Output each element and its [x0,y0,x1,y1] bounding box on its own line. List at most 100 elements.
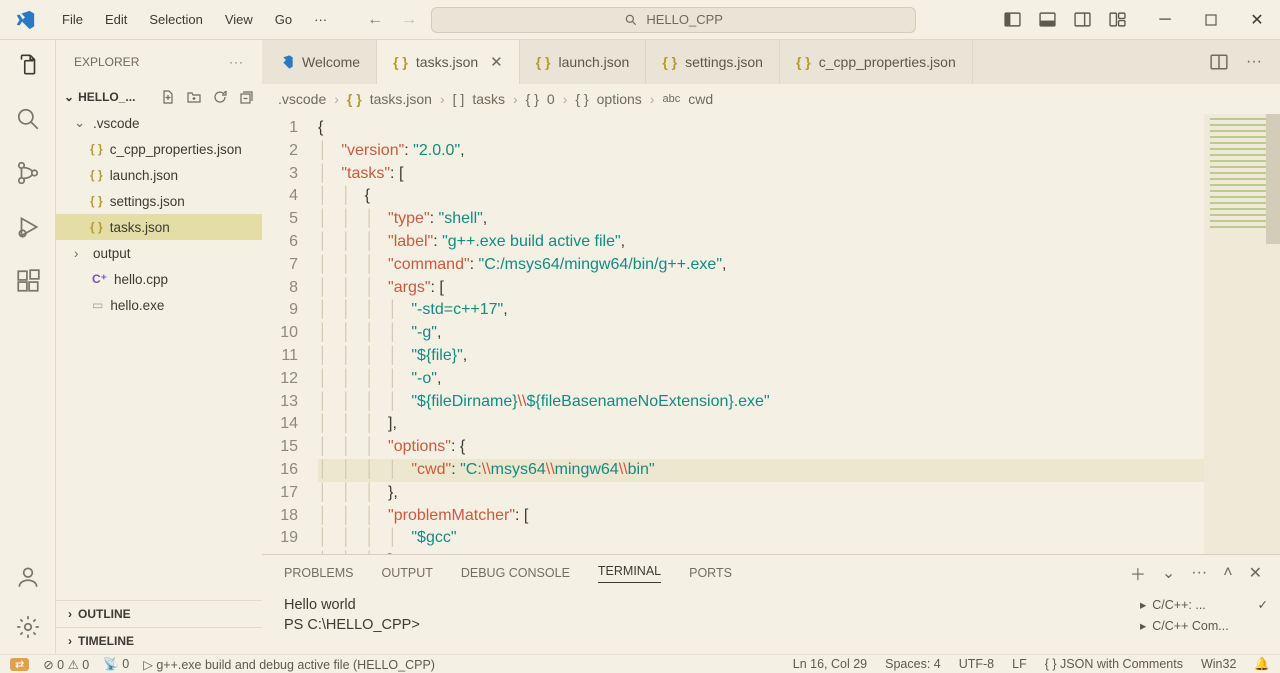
menu-go[interactable]: Go [265,8,302,31]
tab-launch-json[interactable]: { }launch.json [520,40,647,84]
folder-output[interactable]: ›output [56,240,262,266]
folder-vscode[interactable]: ⌄.vscode [56,110,262,136]
folder-root[interactable]: ⌄ HELLO_... [56,84,262,110]
menu-overflow-icon[interactable]: ··· [304,8,337,31]
terminal-task[interactable]: ▸C/C++: ...✓ [1140,597,1268,612]
new-folder-icon[interactable] [186,89,202,105]
term-line: Hello world [284,595,1140,615]
panel-close-icon[interactable]: ✕ [1249,563,1262,583]
vscode-logo-icon [0,9,50,31]
tab-welcome[interactable]: Welcome [262,40,377,84]
line-gutter: 1234567891011121314151617181920 [262,114,318,554]
editor-more-icon[interactable]: ··· [1246,53,1262,71]
explorer-icon[interactable] [15,52,41,78]
maximize-icon[interactable] [1188,0,1234,40]
panel-tabs: PROBLEMS OUTPUT DEBUG CONSOLE TERMINAL P… [262,555,1280,591]
code-editor[interactable]: 1234567891011121314151617181920 {│ "vers… [262,114,1280,554]
panel-tab-output[interactable]: OUTPUT [381,566,432,580]
collapse-all-icon[interactable] [238,89,254,105]
menu-file[interactable]: File [52,8,93,31]
extensions-icon[interactable] [15,268,41,294]
file-label: settings.json [110,194,185,209]
crumb[interactable]: cwd [688,91,713,107]
scrollbar[interactable] [1266,114,1280,244]
explorer-sidebar: EXPLORER ··· ⌄ HELLO_... ⌄.vscode { }c_c… [56,40,262,654]
crumb[interactable]: tasks [472,91,505,107]
remote-icon[interactable]: ⇄ [10,658,29,671]
file-hello-exe[interactable]: ▭hello.exe [56,292,262,318]
crumb[interactable]: .vscode [278,91,326,107]
panel-tab-terminal[interactable]: TERMINAL [598,564,661,583]
crumb[interactable]: 0 [547,91,555,107]
account-icon[interactable] [15,564,41,590]
code-lines[interactable]: {│ "version": "2.0.0",│ "tasks": [│ │ {│… [318,114,1280,554]
file-label: launch.json [110,168,178,183]
status-bell-icon[interactable]: 🔔 [1254,657,1270,672]
tab-settings-json[interactable]: { }settings.json [646,40,780,84]
file-hello-cpp[interactable]: C⁺hello.cpp [56,266,262,292]
panel-tab-debug[interactable]: DEBUG CONSOLE [461,566,570,580]
status-encoding[interactable]: UTF-8 [959,657,994,671]
file-tree: ⌄.vscode { }c_cpp_properties.json { }lau… [56,110,262,318]
nav-forward-icon[interactable]: → [401,11,417,29]
status-language[interactable]: { } JSON with Comments [1045,657,1183,671]
status-cursor[interactable]: Ln 16, Col 29 [793,657,867,671]
nav-back-icon[interactable]: ← [367,11,383,29]
minimize-icon[interactable]: ─ [1142,0,1188,40]
close-icon[interactable]: ✕ [490,53,503,71]
scm-icon[interactable] [15,160,41,186]
settings-gear-icon[interactable] [15,614,41,640]
tab-label: launch.json [559,54,630,70]
menu-edit[interactable]: Edit [95,8,137,31]
crumb[interactable]: options [597,91,642,107]
folder-label: .vscode [93,116,140,131]
status-os[interactable]: Win32 [1201,657,1236,671]
file-c-cpp-properties[interactable]: { }c_cpp_properties.json [56,136,262,162]
status-launch-config[interactable]: ▷ g++.exe build and debug active file (H… [143,657,435,672]
tab-cpp-props[interactable]: { }c_cpp_properties.json [780,40,973,84]
search-icon [624,13,638,27]
refresh-icon[interactable] [212,89,228,105]
split-editor-icon[interactable] [1210,53,1228,71]
terminal-task[interactable]: ▸C/C++ Com... [1140,618,1268,633]
crumb[interactable]: tasks.json [370,91,432,107]
status-errors[interactable]: ⊘ 0 ⚠ 0 [43,657,89,672]
file-tasks[interactable]: { }tasks.json [56,214,262,240]
new-terminal-icon[interactable]: ＋ [1130,561,1146,585]
file-launch[interactable]: { }launch.json [56,162,262,188]
panel-right-icon[interactable] [1074,11,1091,28]
panel-left-icon[interactable] [1004,11,1021,28]
timeline-label: TIMELINE [78,634,134,648]
menu-view[interactable]: View [215,8,263,31]
status-eol[interactable]: LF [1012,657,1027,671]
menu-selection[interactable]: Selection [139,8,212,31]
timeline-section[interactable]: ›TIMELINE [56,627,262,654]
terminal-output[interactable]: Hello world PS C:\HELLO_CPP> [262,591,1140,654]
explorer-more-icon[interactable]: ··· [229,55,244,69]
status-indent[interactable]: Spaces: 4 [885,657,941,671]
search-activity-icon[interactable] [15,106,41,132]
tab-tasks-json[interactable]: { }tasks.json✕ [377,40,520,84]
folder-label: output [93,246,131,261]
command-center[interactable]: HELLO_CPP [431,7,916,33]
new-file-icon[interactable] [160,89,176,105]
panel-tab-problems[interactable]: PROBLEMS [284,566,353,580]
tab-label: c_cpp_properties.json [819,54,956,70]
panel-tab-ports[interactable]: PORTS [689,566,732,580]
command-center-text: HELLO_CPP [646,12,723,27]
terminal-split-icon[interactable]: ⌄ [1162,563,1175,583]
file-label: hello.cpp [114,272,168,287]
titlebar: File Edit Selection View Go ··· ← → HELL… [0,0,1280,40]
status-ports[interactable]: 📡 0 [103,657,129,672]
panel-bottom-icon[interactable] [1039,11,1056,28]
breadcrumb[interactable]: .vscode› { }tasks.json› [ ]tasks› { }0› … [262,84,1280,114]
panel-maximize-icon[interactable]: ˄ [1223,564,1232,582]
panel-more-icon[interactable]: ··· [1191,564,1207,582]
task-label: C/C++ Com... [1152,619,1228,633]
run-debug-icon[interactable] [15,214,41,240]
tab-label: settings.json [685,54,763,70]
file-settings[interactable]: { }settings.json [56,188,262,214]
customize-layout-icon[interactable] [1109,11,1126,28]
close-window-icon[interactable]: ✕ [1234,0,1280,40]
outline-section[interactable]: ›OUTLINE [56,600,262,627]
